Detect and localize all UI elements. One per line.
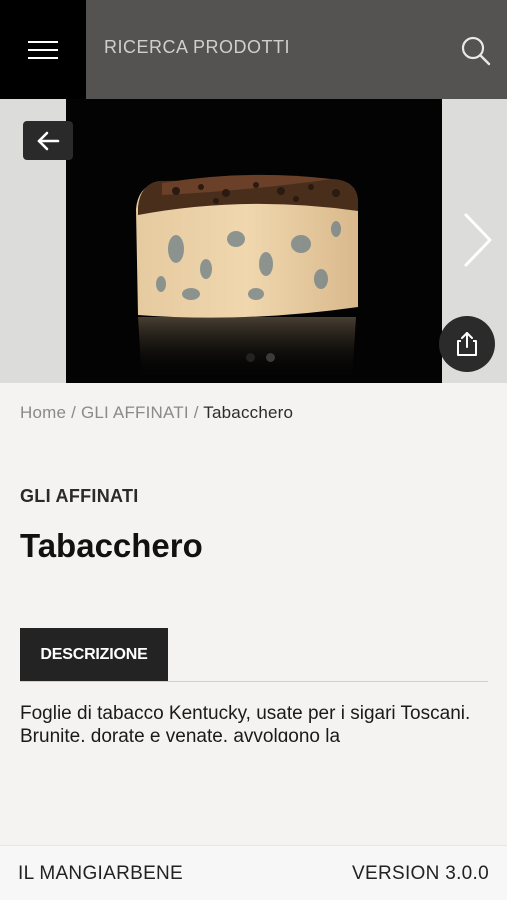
share-button[interactable] bbox=[439, 316, 495, 372]
product-category: GLI AFFINATI bbox=[20, 486, 139, 506]
pagination-dot-active[interactable] bbox=[246, 353, 255, 362]
top-bar: RICERCA PRODOTTI bbox=[0, 0, 507, 99]
product-description: Foglie di tabacco Kentucky, usate per i … bbox=[20, 703, 471, 742]
footer-brand: IL MANGIARBENE bbox=[18, 863, 184, 884]
breadcrumb: Home / GLI AFFINATI / Tabacchero bbox=[20, 403, 293, 423]
breadcrumb-current: Tabacchero bbox=[203, 403, 294, 422]
footer: IL MANGIARBENE VERSION 3.0.0 bbox=[0, 845, 507, 900]
footer-version: VERSION 3.0.0 bbox=[352, 863, 489, 884]
breadcrumb-home-link[interactable]: Home bbox=[20, 403, 66, 422]
search-button[interactable] bbox=[456, 32, 496, 68]
arrow-left-icon bbox=[37, 131, 60, 150]
breadcrumb-separator: / bbox=[66, 403, 81, 422]
chevron-right-icon bbox=[464, 213, 492, 267]
pagination-dot[interactable] bbox=[266, 353, 275, 362]
product-title: Tabacchero bbox=[20, 527, 203, 564]
breadcrumb-category-link[interactable]: GLI AFFINATI bbox=[81, 403, 189, 422]
hamburger-menu-icon bbox=[28, 40, 58, 59]
gallery-pagination bbox=[246, 353, 275, 362]
product-image-gallery[interactable] bbox=[0, 99, 507, 383]
product-tabs: DESCRIZIONE bbox=[20, 628, 488, 682]
back-button[interactable] bbox=[23, 121, 73, 160]
search-field[interactable]: RICERCA PRODOTTI bbox=[104, 37, 290, 58]
product-photo bbox=[66, 99, 442, 383]
breadcrumb-separator: / bbox=[188, 403, 204, 422]
share-icon bbox=[457, 332, 477, 356]
next-image-button[interactable] bbox=[458, 209, 498, 271]
search-icon bbox=[461, 36, 491, 66]
menu-button[interactable] bbox=[0, 0, 86, 99]
tab-description[interactable]: DESCRIZIONE bbox=[20, 628, 168, 681]
